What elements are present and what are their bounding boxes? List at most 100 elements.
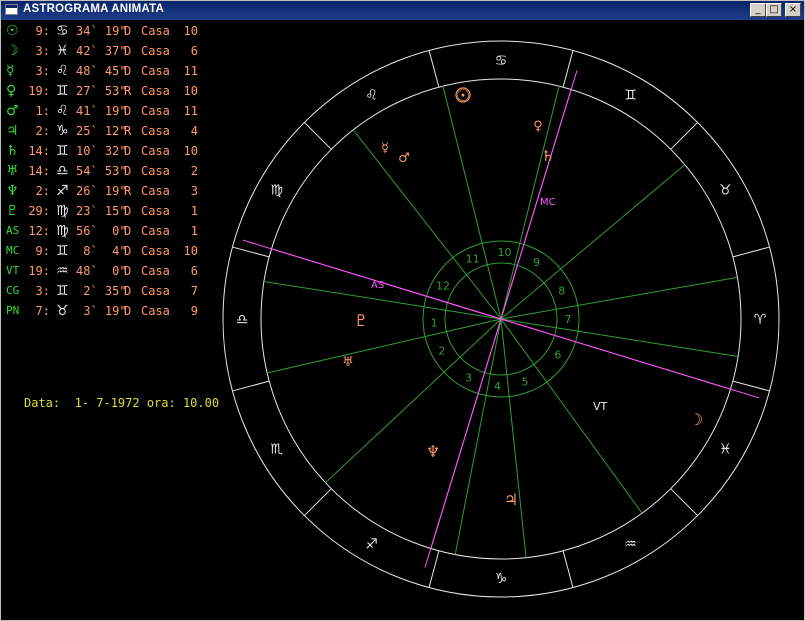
sign-divider [562, 50, 574, 88]
close-button[interactable]: × [785, 3, 801, 17]
motion-flag: D [124, 64, 132, 78]
planet-row-venus: ♀ 19: ♊ 27` 53" R Casa 10 [6, 84, 236, 104]
casa-label: Casa [141, 284, 170, 298]
sign-icon: ♐ [56, 183, 69, 199]
sign-icon: ♊ [56, 83, 69, 99]
minutes-seconds: 10` 32" [76, 144, 127, 158]
house-number: 3 [190, 184, 198, 198]
sign-icon: ♓ [56, 43, 69, 59]
house-number: 9 [190, 304, 198, 318]
chart-uranus-icon: ♅ [342, 355, 354, 370]
point-code: AS [6, 224, 20, 237]
midheaven-label: MC [540, 197, 556, 208]
motion-flag: D [124, 104, 132, 118]
house-number: 7 [190, 284, 198, 298]
app-window: ASTROGRAMA ANIMATA _ □ × ♈ ♉ ♊ ♋ ♌ ♍ ♎ ♏ ♐ ♑ ♒ ♓ 1 2 3… [0, 0, 805, 621]
degree-value: 14: [28, 144, 50, 158]
sign-icon: ♊ [56, 143, 69, 159]
vertex-label: VT [593, 400, 608, 413]
planet-row-jupiter: ♃ 2: ♑ 25` 12" R Casa 4 [6, 124, 236, 144]
moon-icon: ☽ [6, 43, 19, 59]
maximize-button[interactable]: □ [766, 3, 782, 17]
casa-label: Casa [141, 204, 170, 218]
sign-icon: ♊ [56, 283, 69, 299]
libra-icon: ♎ [236, 312, 249, 328]
canvas-area: ♈ ♉ ♊ ♋ ♌ ♍ ♎ ♏ ♐ ♑ ♒ ♓ 1 2 3 4 5 6 7 8 9 10 11 12 AS MC VT ☉ ☽ ☿ ♀ ♂ ♃ ♄… [2, 20, 804, 620]
degree-value: 19: [28, 84, 50, 98]
motion-flag: D [124, 164, 132, 178]
house-number: 10 [183, 24, 198, 38]
planet-row-vt: VT 19: ♒ 48` 0" D Casa 6 [6, 264, 236, 284]
casa-label: Casa [141, 144, 170, 158]
motion-flag: D [124, 144, 132, 158]
house-number-label: 7 [565, 313, 572, 326]
house-cusp-line [325, 318, 502, 484]
sign-divider [428, 550, 440, 588]
planet-row-mars: ♂ 1: ♌ 41` 19" D Casa 11 [6, 104, 236, 124]
house-number-label: 11 [466, 252, 480, 265]
degree-value: 19: [28, 264, 50, 278]
ascendant-label: AS [371, 280, 384, 291]
chart-neptune-icon: ♆ [426, 442, 440, 461]
window-icon[interactable] [5, 4, 18, 15]
minutes-seconds: 2` 35" [76, 284, 127, 298]
house-number-label: 6 [554, 349, 561, 362]
sign-icon: ♊ [56, 243, 69, 259]
house-number: 10 [183, 144, 198, 158]
taurus-icon: ♉ [719, 183, 732, 199]
chart-mercury-icon: ☿ [381, 141, 389, 156]
house-cusp-line [500, 318, 643, 514]
title-bar[interactable]: ASTROGRAMA ANIMATA _ □ × [1, 1, 804, 20]
motion-flag: R [124, 84, 132, 98]
chart-pluto-icon: ♇ [354, 311, 368, 330]
minutes-seconds: 3` 19" [76, 304, 127, 318]
planet-row-saturn: ♄ 14: ♊ 10` 32" D Casa 10 [6, 144, 236, 164]
house-number: 6 [190, 264, 198, 278]
minutes-seconds: 27` 53" [76, 84, 127, 98]
sign-icon: ♌ [56, 103, 69, 119]
planet-row-uranus: ♅ 14: ♎ 54` 53" D Casa 2 [6, 164, 236, 184]
sign-divider [670, 488, 698, 516]
casa-label: Casa [141, 304, 170, 318]
planet-row-cg: CG 3: ♊ 2` 35" D Casa 7 [6, 284, 236, 304]
house-cusp-line [500, 164, 686, 320]
degree-value: 3: [35, 44, 50, 58]
house-number-label: 10 [498, 246, 512, 259]
house-number-label: 8 [558, 285, 565, 298]
house-number: 6 [190, 44, 198, 58]
planet-row-neptune: ♆ 2: ♐ 26` 19" R Casa 3 [6, 184, 236, 204]
house-cusp-line [500, 318, 739, 358]
degree-value: 1: [35, 104, 50, 118]
motion-flag: D [124, 44, 132, 58]
gemini-icon: ♊ [624, 88, 637, 104]
house-number-label: 4 [494, 380, 501, 393]
sign-divider [232, 380, 270, 392]
minutes-seconds: 48` 0" [76, 264, 127, 278]
motion-flag: D [124, 244, 132, 258]
casa-label: Casa [141, 24, 170, 38]
chart-mars-icon: ♂ [398, 151, 410, 166]
casa-label: Casa [141, 264, 170, 278]
sign-icon: ♑ [56, 123, 69, 139]
sign-divider [732, 380, 770, 392]
minutes-seconds: 41` 19" [76, 104, 127, 118]
mars-icon: ♂ [6, 103, 19, 119]
virgo-icon: ♍ [270, 183, 283, 199]
minimize-button[interactable]: _ [750, 3, 766, 17]
house-number-label: 9 [533, 256, 540, 269]
house-cusp-line [442, 86, 502, 320]
sign-divider [304, 122, 332, 150]
casa-label: Casa [141, 64, 170, 78]
capricorn-icon: ♑ [495, 571, 508, 587]
sign-divider [428, 50, 440, 88]
house-number: 11 [183, 64, 198, 78]
degree-value: 3: [35, 284, 50, 298]
mercury-icon: ☿ [6, 63, 15, 79]
saturn-icon: ♄ [6, 143, 19, 159]
casa-label: Casa [141, 44, 170, 58]
date-line: Data: 1- 7-1972 ora: 10.00 [24, 396, 220, 410]
minutes-seconds: 48` 45" [76, 64, 127, 78]
scorpio-icon: ♏ [270, 442, 283, 458]
chart-venus-icon: ♀ [533, 119, 543, 134]
planet-row-pluto: ♇ 29: ♍ 23` 15" D Casa 1 [6, 204, 236, 224]
